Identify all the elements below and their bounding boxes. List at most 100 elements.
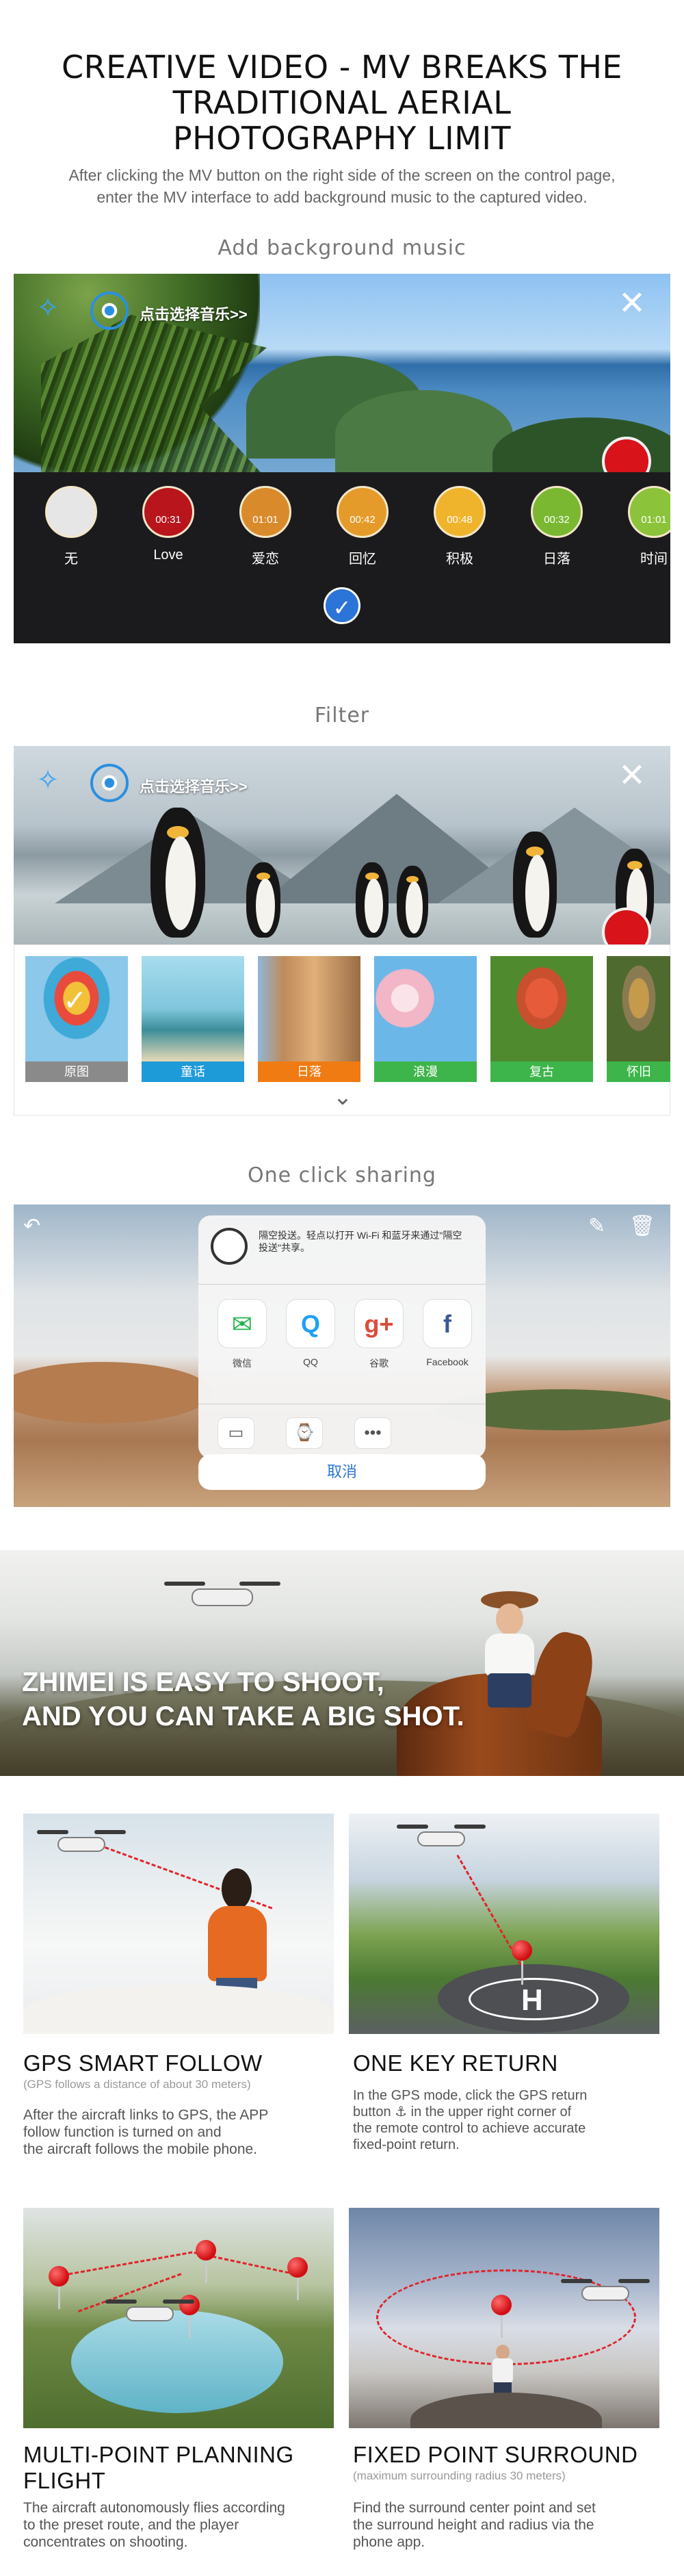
track-disc: 00:32 xyxy=(531,486,583,538)
filter-thumb[interactable]: 怀旧 xyxy=(607,956,670,1082)
filter-label: 原图 xyxy=(25,1061,128,1082)
one-key-return-photo: H xyxy=(349,1814,659,2034)
music-track-item[interactable]: 01:01 爱恋 xyxy=(233,486,298,567)
banner-line: AND YOU CAN TAKE A BIG SHOT. xyxy=(22,1701,464,1731)
feature-title: MULTI-POINT PLANNING FLIGHT xyxy=(23,2442,294,2494)
wechat-icon: ✉ xyxy=(218,1299,267,1348)
filter-thumb[interactable]: 童话 xyxy=(142,956,244,1082)
penguin xyxy=(150,808,205,938)
filter-thumb[interactable]: 浪漫 xyxy=(374,956,477,1082)
watch-icon[interactable]: ⌚ xyxy=(286,1417,323,1449)
pin-stick xyxy=(521,1957,523,1985)
feature-title: GPS SMART FOLLOW xyxy=(23,2050,263,2076)
airdrop-hint: 隔空投送。轻点以打开 Wi-Fi 和蓝牙来通过"隔空投送"共享。 xyxy=(259,1230,462,1253)
subtitle-line: enter the MV interface to add background… xyxy=(96,188,588,206)
facebook-icon: f xyxy=(423,1299,472,1348)
share-facebook-button[interactable]: f Facebook xyxy=(421,1299,473,1367)
chevron-down-icon[interactable]: ⌄ xyxy=(329,1085,356,1109)
subtitle-line: After clicking the MV button on the righ… xyxy=(68,166,616,184)
share-google-plus-button[interactable]: g+ 谷歌 xyxy=(353,1299,405,1370)
track-disc: 01:01 xyxy=(239,486,291,538)
waypoint-pin xyxy=(196,2240,216,2261)
more-icon[interactable]: ••• xyxy=(354,1417,391,1449)
share-screen: ↶ ✎ 🗑 隔空投送。轻点以打开 Wi-Fi 和蓝牙来通过"隔空投送"共享。 ✉… xyxy=(14,1205,670,1507)
share-sheet: 隔空投送。轻点以打开 Wi-Fi 和蓝牙来通过"隔空投送"共享。 ✉ 微信 Q … xyxy=(198,1215,486,1458)
filter-thumb-image xyxy=(142,956,244,1061)
filter-section-heading: Filter xyxy=(314,704,370,727)
share-app-label: QQ xyxy=(303,1356,318,1367)
banner-slogan: ZHIMEI IS EASY TO SHOOT, AND YOU CAN TAK… xyxy=(22,1665,528,1734)
description-line: phone app. xyxy=(353,2534,425,2550)
filter-label: 怀旧 xyxy=(607,1061,670,1082)
music-disc-icon[interactable] xyxy=(90,292,129,330)
title-line: MULTI-POINT PLANNING xyxy=(23,2442,294,2467)
filter-thumb-image xyxy=(374,956,477,1061)
trash-icon[interactable]: 🗑 xyxy=(629,1214,655,1238)
filter-thumb[interactable]: 日落 xyxy=(258,956,360,1082)
track-disc: 00:42 xyxy=(337,486,389,538)
feature-description: After the aircraft links to GPS, the APP… xyxy=(23,2107,324,2158)
share-wechat-button[interactable]: ✉ 微信 xyxy=(216,1299,268,1370)
cliff-shape xyxy=(335,390,513,472)
track-time: 00:48 xyxy=(447,514,473,526)
music-track-item[interactable]: 00:48 积极 xyxy=(427,486,492,567)
airdrop-icon[interactable] xyxy=(211,1228,248,1265)
magic-wand-icon[interactable]: ✧ xyxy=(29,761,67,799)
music-section-heading: Add background music xyxy=(218,236,466,260)
edit-icon[interactable]: ✎ xyxy=(588,1214,605,1238)
penguin xyxy=(397,866,428,938)
mv-music-screen: ✧ 点击选择音乐>> ✕ 无 00:31 Love 01:01 爱恋 00:42 xyxy=(14,274,670,643)
feature-description: The aircraft autonomously flies accordin… xyxy=(23,2499,338,2551)
drone-illustration xyxy=(561,2276,650,2310)
track-label: 无 xyxy=(64,552,78,567)
title-line: CREATIVE VIDEO - MV BREAKS THE xyxy=(62,49,622,86)
music-track-item[interactable]: 无 xyxy=(38,486,104,567)
filter-thumb-image xyxy=(607,956,670,1061)
filter-label: 日落 xyxy=(258,1061,360,1082)
description-line: the surround height and radius via the xyxy=(353,2517,594,2533)
track-label: 时间 xyxy=(640,552,668,567)
music-track-item[interactable]: 00:42 回忆 xyxy=(330,486,395,567)
feature-note: (maximum surrounding radius 30 meters) xyxy=(353,2469,566,2482)
back-arrow-icon[interactable]: ↶ xyxy=(23,1214,40,1238)
music-track-item[interactable]: 00:32 日落 xyxy=(524,486,590,567)
confirm-check-button[interactable]: ✓ xyxy=(324,587,360,624)
cancel-button[interactable]: 取消 xyxy=(198,1454,486,1490)
select-music-link[interactable]: 点击选择音乐>> xyxy=(140,302,248,324)
filter-thumb[interactable]: 复古 xyxy=(490,956,593,1082)
description-line: In the GPS mode, click the GPS return xyxy=(353,2088,588,2103)
track-time: 00:31 xyxy=(155,514,181,526)
drone-illustration xyxy=(37,1827,126,1862)
share-section-heading: One click sharing xyxy=(248,1163,436,1187)
drone-illustration xyxy=(164,1579,280,1620)
penguin xyxy=(246,862,280,938)
filter-strip: ✓ 原图 童话 日落 浪漫 复古 怀旧 ⌄ xyxy=(14,944,670,1116)
filter-thumb-image xyxy=(490,956,593,1061)
fixed-point-surround-photo xyxy=(349,2208,659,2428)
music-track-bar: 无 00:31 Love 01:01 爱恋 00:42 回忆 00:48 积极 xyxy=(14,472,670,643)
folder-icon[interactable]: ▭ xyxy=(218,1417,254,1449)
track-disc xyxy=(45,486,97,538)
share-app-label: 微信 xyxy=(233,1358,252,1369)
description-line: concentrates on shooting. xyxy=(23,2534,188,2550)
divider xyxy=(198,1284,486,1285)
track-label: 爱恋 xyxy=(252,552,279,567)
filter-thumb[interactable]: ✓ 原图 xyxy=(25,956,128,1082)
drone-illustration xyxy=(105,2297,194,2331)
description-line: After the aircraft links to GPS, the APP xyxy=(23,2107,269,2123)
feature-title: FIXED POINT SURROUND xyxy=(353,2442,638,2467)
description-line: the remote control to achieve accurate xyxy=(353,2121,586,2136)
close-icon[interactable]: ✕ xyxy=(616,287,648,320)
multi-point-photo xyxy=(23,2208,334,2428)
track-disc: 01:01 xyxy=(628,486,670,538)
filter-label: 复古 xyxy=(490,1061,593,1082)
magic-wand-icon[interactable]: ✧ xyxy=(29,289,67,327)
music-disc-icon[interactable] xyxy=(90,764,129,802)
select-music-link[interactable]: 点击选择音乐>> xyxy=(140,775,248,797)
share-qq-button[interactable]: Q QQ xyxy=(285,1299,337,1367)
filter-label: 童话 xyxy=(142,1061,244,1082)
music-track-item[interactable]: 01:01 时间 xyxy=(621,486,670,567)
track-time: 01:01 xyxy=(252,514,278,526)
music-track-item[interactable]: 00:31 Love xyxy=(135,486,201,563)
close-icon[interactable]: ✕ xyxy=(616,760,648,793)
